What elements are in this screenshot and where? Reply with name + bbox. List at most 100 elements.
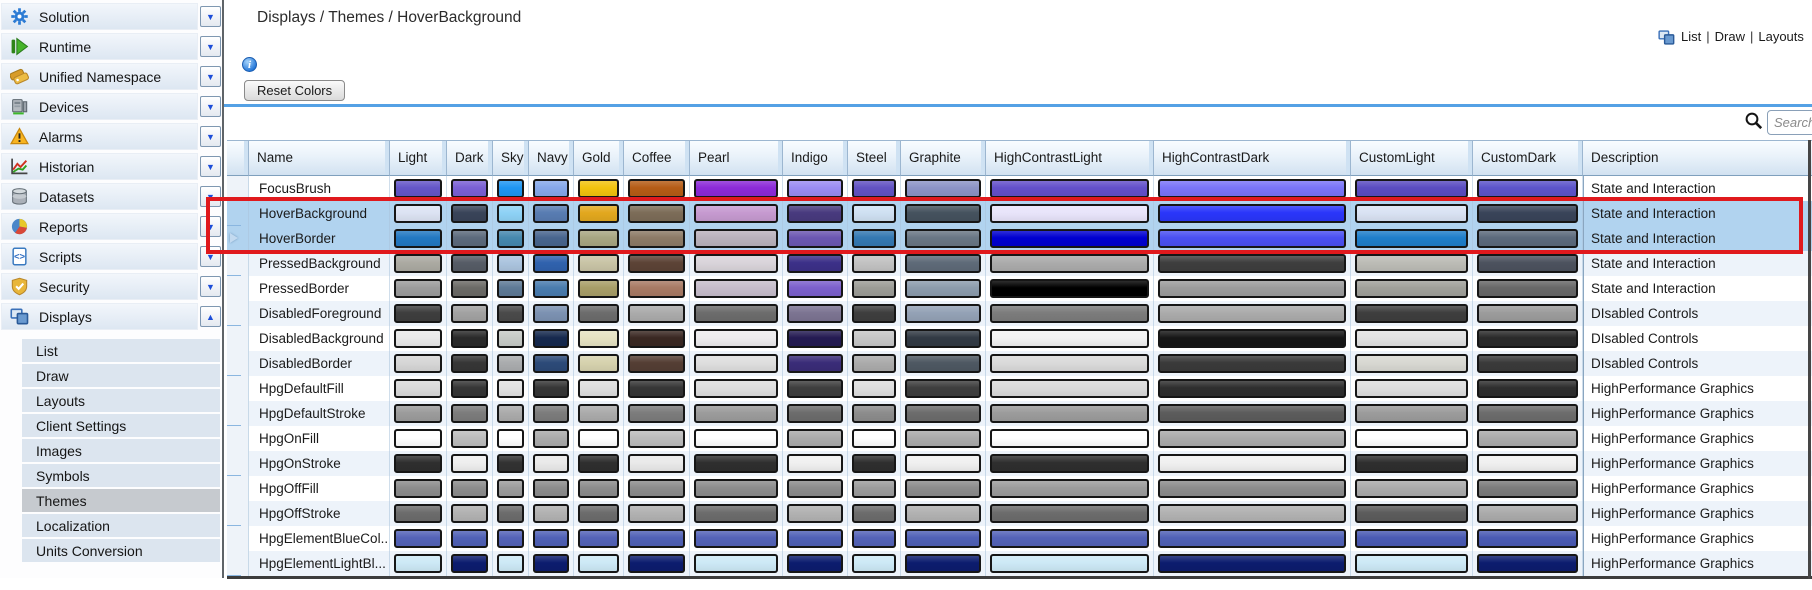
color-swatch[interactable] [451,179,488,198]
color-swatch[interactable] [628,329,685,348]
color-swatch[interactable] [694,554,778,573]
color-swatch[interactable] [990,504,1149,523]
color-swatch[interactable] [451,354,488,373]
sidebar-item-historian[interactable]: Historian [1,153,198,180]
color-swatch[interactable] [990,529,1149,548]
column-header-steel[interactable]: Steel [848,140,901,176]
color-swatch[interactable] [394,454,442,473]
color-swatch[interactable] [394,404,442,423]
color-swatch[interactable] [451,204,488,223]
color-swatch[interactable] [533,554,569,573]
color-swatch[interactable] [1158,204,1346,223]
color-swatch[interactable] [1158,479,1346,498]
color-swatch[interactable] [990,304,1149,323]
table-row-disabledbackground[interactable]: DisabledBackgroundDIsabled Controls [227,326,1812,351]
sidebar-subitem-themes[interactable]: Themes [22,489,220,512]
color-swatch[interactable] [905,279,981,298]
color-swatch[interactable] [990,379,1149,398]
color-swatch[interactable] [533,229,569,248]
color-swatch[interactable] [533,254,569,273]
view-link-list[interactable]: List [1681,29,1701,44]
sidebar-item-solution[interactable]: Solution [1,3,198,30]
color-swatch[interactable] [394,379,442,398]
color-swatch[interactable] [694,529,778,548]
color-swatch[interactable] [394,354,442,373]
color-swatch[interactable] [451,479,488,498]
color-swatch[interactable] [451,279,488,298]
sidebar-subitem-images[interactable]: Images [22,439,220,462]
color-swatch[interactable] [990,454,1149,473]
color-swatch[interactable] [905,229,981,248]
sidebar-item-displays[interactable]: Displays [1,303,198,330]
color-swatch[interactable] [1355,479,1468,498]
color-swatch[interactable] [1477,454,1578,473]
color-swatch[interactable] [1158,404,1346,423]
color-swatch[interactable] [787,529,843,548]
color-swatch[interactable] [852,504,896,523]
expand-button-unified-namespace[interactable]: ▼ [200,66,221,87]
color-swatch[interactable] [852,329,896,348]
color-swatch[interactable] [497,429,524,448]
color-swatch[interactable] [852,204,896,223]
color-swatch[interactable] [1355,304,1468,323]
color-swatch[interactable] [533,204,569,223]
color-swatch[interactable] [1355,504,1468,523]
color-swatch[interactable] [905,204,981,223]
color-swatch[interactable] [497,554,524,573]
color-swatch[interactable] [1355,379,1468,398]
color-swatch[interactable] [1355,404,1468,423]
color-swatch[interactable] [694,479,778,498]
color-swatch[interactable] [497,479,524,498]
color-swatch[interactable] [787,279,843,298]
color-swatch[interactable] [628,254,685,273]
expand-button-displays[interactable]: ▲ [200,306,221,327]
color-swatch[interactable] [497,354,524,373]
table-row-hpgonfill[interactable]: HpgOnFillHighPerformance Graphics [227,426,1812,451]
color-swatch[interactable] [905,354,981,373]
column-header-graphite[interactable]: Graphite [901,140,986,176]
color-swatch[interactable] [578,279,619,298]
table-row-hpgelementbluecol[interactable]: HpgElementBlueCol...HighPerformance Grap… [227,526,1812,551]
color-swatch[interactable] [394,329,442,348]
color-swatch[interactable] [1477,204,1578,223]
color-swatch[interactable] [694,179,778,198]
color-swatch[interactable] [852,254,896,273]
color-swatch[interactable] [1158,354,1346,373]
color-swatch[interactable] [451,379,488,398]
table-row-hpgofffill[interactable]: HpgOffFillHighPerformance Graphics [227,476,1812,501]
color-swatch[interactable] [533,504,569,523]
color-swatch[interactable] [852,279,896,298]
color-swatch[interactable] [694,379,778,398]
color-swatch[interactable] [1355,454,1468,473]
color-swatch[interactable] [694,254,778,273]
color-swatch[interactable] [990,354,1149,373]
color-swatch[interactable] [628,454,685,473]
color-swatch[interactable] [628,179,685,198]
column-header-light[interactable]: Light [390,140,447,176]
color-swatch[interactable] [787,454,843,473]
sidebar-subitem-draw[interactable]: Draw [22,364,220,387]
color-swatch[interactable] [578,379,619,398]
color-swatch[interactable] [852,454,896,473]
color-swatch[interactable] [1477,404,1578,423]
color-swatch[interactable] [1158,554,1346,573]
color-swatch[interactable] [394,279,442,298]
column-header-coffee[interactable]: Coffee [624,140,690,176]
sidebar-subitem-list[interactable]: List [22,339,220,362]
color-swatch[interactable] [1477,504,1578,523]
color-swatch[interactable] [578,304,619,323]
color-swatch[interactable] [533,329,569,348]
color-swatch[interactable] [787,554,843,573]
color-swatch[interactable] [990,179,1149,198]
color-swatch[interactable] [694,204,778,223]
color-swatch[interactable] [1355,529,1468,548]
color-swatch[interactable] [394,229,442,248]
color-swatch[interactable] [1158,279,1346,298]
column-header-gold[interactable]: Gold [574,140,624,176]
view-link-draw[interactable]: Draw [1715,29,1745,44]
color-swatch[interactable] [1477,479,1578,498]
table-row-hpgelementlightbl[interactable]: HpgElementLightBl...HighPerformance Grap… [227,551,1812,576]
expand-button-reports[interactable]: ▼ [200,216,221,237]
column-header-sky[interactable]: Sky [493,140,529,176]
color-swatch[interactable] [497,304,524,323]
